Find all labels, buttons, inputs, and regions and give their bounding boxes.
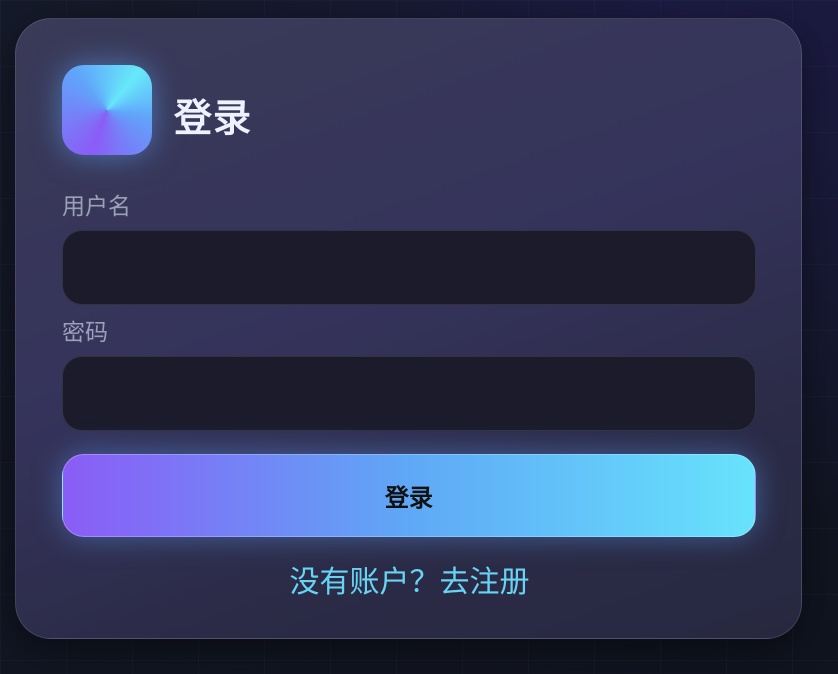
register-line: 没有账户？去注册	[16, 557, 803, 601]
username-input[interactable]	[62, 230, 756, 305]
password-label: 密码	[62, 320, 108, 346]
login-button[interactable]: 登录	[62, 454, 756, 537]
register-prompt: 没有账户？	[289, 565, 440, 600]
password-input[interactable]	[62, 356, 756, 431]
app-logo-icon	[62, 65, 152, 155]
page-title: 登录	[174, 96, 253, 140]
login-card: 登录 用户名 密码 登录 没有账户？去注册	[15, 18, 802, 639]
username-label: 用户名	[62, 194, 131, 220]
register-link[interactable]: 去注册	[440, 565, 530, 600]
